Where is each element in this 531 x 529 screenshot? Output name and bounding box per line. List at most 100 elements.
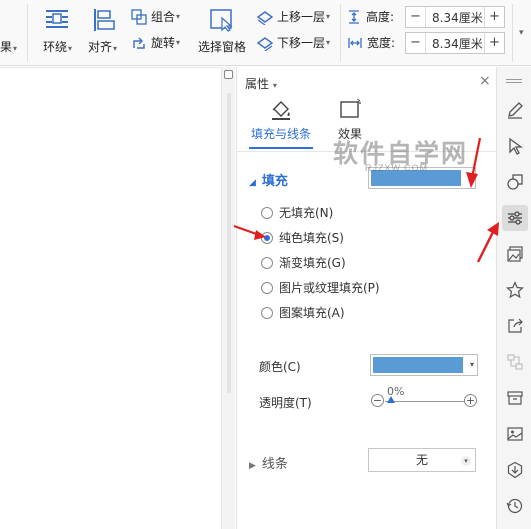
color-label: 颜色(C): [259, 360, 301, 374]
height-stepper[interactable]: − 8.34厘米 +: [405, 6, 505, 28]
rotate-icon: [133, 37, 145, 49]
rotate-button[interactable]: 旋转 ▾: [131, 34, 180, 51]
width-value[interactable]: 8.34厘米: [426, 35, 484, 52]
star-icon: [506, 281, 524, 299]
group-icon: [131, 8, 147, 25]
ribbon-effect-button[interactable]: 效果▾: [0, 38, 17, 55]
line-section-header[interactable]: ▶ 线条: [249, 453, 288, 472]
share-icon: [508, 318, 523, 333]
radio-no-fill-label: 无填充(N): [279, 206, 334, 220]
page-edge: [0, 67, 221, 68]
transparency-slider-thumb[interactable]: [387, 396, 395, 403]
share-button[interactable]: [502, 313, 528, 339]
radio-picture-fill[interactable]: 图片或纹理填充(P): [261, 279, 380, 296]
radio-picture-fill-circle[interactable]: [261, 281, 273, 294]
red-arrow-icon: [233, 224, 266, 240]
bring-forward-button[interactable]: 上移一层 ▾: [256, 8, 330, 25]
transparency-decrease-button[interactable]: −: [371, 394, 384, 407]
send-backward-button[interactable]: 下移一层 ▾: [256, 34, 330, 51]
radio-gradient-fill-label: 渐变填充(G): [279, 256, 346, 270]
wrap-icon: [46, 10, 68, 28]
radio-gradient-fill-circle[interactable]: [261, 256, 273, 269]
pen-button[interactable]: [502, 97, 528, 123]
height-control: 高度:: [347, 8, 394, 25]
cursor-button[interactable]: [502, 133, 528, 159]
align-icon: [94, 9, 115, 31]
group-button[interactable]: 组合 ▾: [131, 8, 180, 25]
wrap-label[interactable]: 环绕▾: [43, 38, 72, 55]
wrap-button[interactable]: [44, 8, 70, 33]
radio-gradient-fill[interactable]: 渐变填充(G): [261, 254, 346, 271]
line-dropdown-value: 无: [415, 453, 428, 467]
width-stepper[interactable]: − 8.34厘米 +: [405, 32, 505, 54]
radio-solid-fill[interactable]: 纯色填充(S): [261, 229, 344, 246]
shield-button[interactable]: [502, 457, 528, 483]
selection-pane-label[interactable]: 选择窗格: [198, 38, 246, 55]
radio-pattern-fill-circle[interactable]: [261, 306, 273, 319]
transparency-slider-track[interactable]: [385, 401, 465, 402]
right-toolbar: [496, 67, 531, 529]
archive-icon: [507, 391, 523, 405]
radio-picture-fill-label: 图片或纹理填充(P): [279, 281, 380, 295]
fill-section-header[interactable]: ◢ 填充: [249, 170, 288, 189]
radio-no-fill[interactable]: 无填充(N): [261, 204, 333, 221]
red-arrow-icon: [476, 222, 499, 263]
chevron-down-icon: ▾: [469, 360, 474, 369]
red-arrow-icon: [466, 137, 482, 188]
ribbon-separator: [340, 4, 341, 62]
height-label: 高度:: [366, 10, 395, 24]
color-swatch: [373, 357, 463, 373]
radio-pattern-fill-label: 图案填充(A): [279, 306, 345, 320]
history-button[interactable]: [502, 493, 528, 519]
properties-icon: [508, 211, 522, 225]
transparency-increase-button[interactable]: +: [464, 394, 477, 407]
archive-button[interactable]: [502, 385, 528, 411]
close-icon[interactable]: ×: [479, 73, 491, 89]
toolbar-handle: [506, 79, 522, 80]
scrollbar-track[interactable]: [227, 93, 231, 393]
bring-forward-label: 上移一层: [277, 10, 326, 24]
send-backward-label: 下移一层: [277, 36, 326, 50]
flow-button[interactable]: [502, 349, 528, 375]
image-icon: [507, 427, 523, 441]
ribbon-separator: [27, 4, 28, 62]
panel-title[interactable]: 属性 ▾: [245, 75, 277, 92]
width-increment-button[interactable]: +: [484, 33, 504, 53]
toolbar-handle: [506, 82, 522, 83]
height-increment-button[interactable]: +: [484, 7, 504, 27]
vertical-scrollbar[interactable]: [221, 67, 235, 529]
watermark-url: RJZXW.COM: [365, 163, 428, 173]
properties-button[interactable]: [502, 205, 528, 231]
align-label[interactable]: 对齐▾: [88, 38, 117, 55]
align-button[interactable]: [92, 8, 116, 35]
shapes-icon: [507, 174, 523, 190]
picture-button[interactable]: [502, 241, 528, 267]
collapse-triangle-icon: ◢: [249, 178, 256, 188]
rotate-label: 旋转: [151, 36, 176, 50]
ribbon-scroll-arrow-icon[interactable]: ▾: [519, 28, 524, 38]
radio-pattern-fill[interactable]: 图案填充(A): [261, 304, 345, 321]
line-dropdown[interactable]: 无 ▾: [368, 448, 476, 472]
cursor-icon: [509, 137, 523, 155]
image-button[interactable]: [502, 421, 528, 447]
fill-section-label: 填充: [261, 174, 288, 189]
ribbon-toolbar: 效果▾ 环绕▾ 对齐▾ 组合 ▾: [0, 0, 531, 66]
width-control: 宽度:: [347, 34, 395, 51]
transparency-label: 透明度(T): [259, 396, 312, 410]
width-decrement-button[interactable]: −: [406, 33, 426, 53]
width-icon: [348, 37, 362, 48]
chevron-down-icon: ▾: [461, 456, 471, 466]
radio-no-fill-circle[interactable]: [261, 206, 273, 219]
ribbon-effect-label: 效果: [0, 40, 13, 54]
tab-fill-and-line[interactable]: 填充与线条: [247, 99, 315, 142]
star-button[interactable]: [502, 277, 528, 303]
shapes-button[interactable]: [502, 169, 528, 195]
document-canvas[interactable]: [0, 67, 221, 529]
color-picker[interactable]: ▾: [370, 354, 478, 376]
height-decrement-button[interactable]: −: [406, 7, 426, 27]
ribbon-separator: [512, 4, 513, 62]
selection-pane-button[interactable]: [209, 8, 235, 35]
height-value[interactable]: 8.34厘米: [426, 9, 484, 26]
pane-toggle-icon[interactable]: [224, 70, 233, 79]
radio-solid-fill-label: 纯色填充(S): [279, 231, 344, 245]
